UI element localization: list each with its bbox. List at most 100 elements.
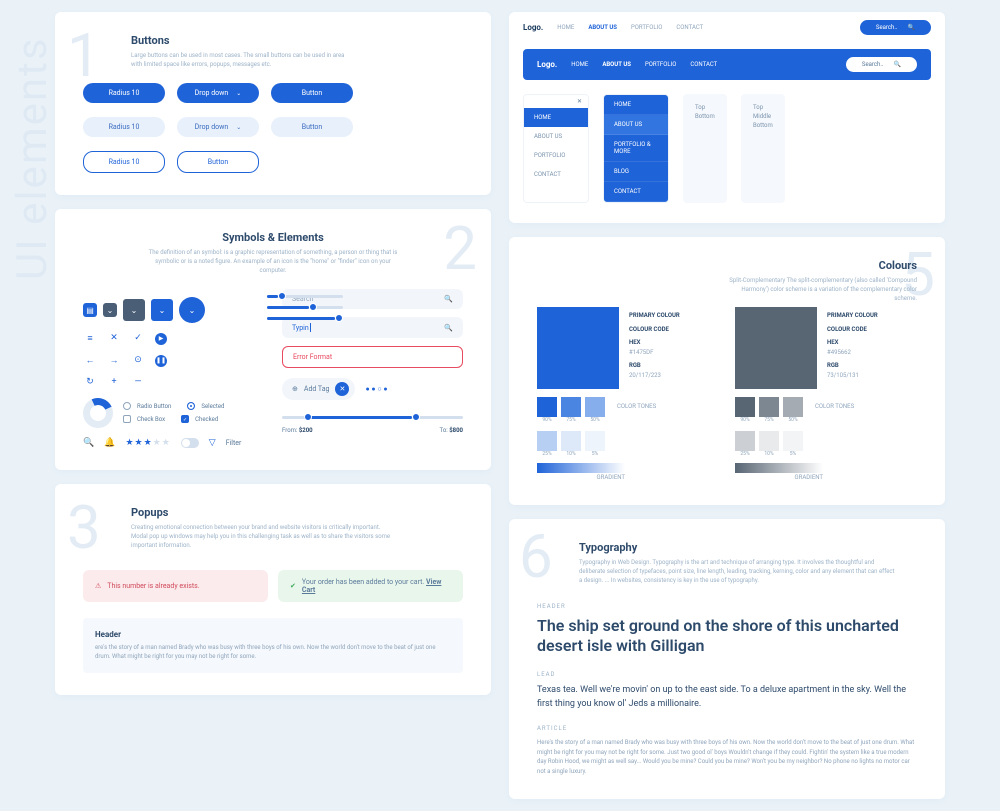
section-typography: 6 Typography Typography in Web Design. T…: [509, 519, 945, 799]
type-label: HEADER: [537, 603, 917, 610]
menu-item[interactable]: CONTACT: [604, 182, 668, 202]
navbar-light: Logo. HOME ABOUT US PORTFOLIO CONTACT Se…: [509, 12, 945, 43]
error-input[interactable]: Error Format: [282, 346, 463, 368]
section-subtitle: Split-Complementary The split-complement…: [727, 276, 917, 303]
error-alert: ⚠This number is already exists.: [83, 570, 268, 602]
menu-item[interactable]: CONTACT: [524, 165, 588, 184]
nav-home[interactable]: HOME: [557, 24, 574, 31]
type-article: Here's the story of a man named Brady wh…: [537, 738, 917, 776]
close-icon[interactable]: ✕: [107, 333, 121, 345]
secondary-button[interactable]: Button: [271, 117, 353, 137]
nav-portfolio[interactable]: PORTFOLIO: [645, 61, 676, 68]
popup-body: ere's the story of a man named Brady who…: [95, 643, 451, 661]
radius-button[interactable]: Radius 10: [83, 83, 165, 103]
section-title: Typography: [579, 541, 917, 554]
volume-slider[interactable]: [267, 317, 343, 320]
dropdown-square-blue[interactable]: ⌄: [151, 299, 173, 321]
warning-icon: ⚠: [95, 582, 101, 590]
type-label: ARTICLE: [537, 725, 917, 732]
nav-contact[interactable]: CONTACT: [690, 61, 717, 68]
dropdown-square[interactable]: ⌄: [103, 303, 117, 317]
filter-icon[interactable]: ▽: [209, 438, 216, 448]
check-circle-icon: ✔: [290, 582, 296, 590]
navbar-dark: Logo. HOME ABOUT US PORTFOLIO CONTACT Se…: [523, 49, 931, 80]
checkbox-off[interactable]: [123, 415, 131, 423]
close-icon[interactable]: ✕: [524, 95, 588, 108]
filter-label: Filter: [226, 439, 242, 447]
section-navigation: Logo. HOME ABOUT US PORTFOLIO CONTACT Se…: [509, 12, 945, 223]
radio-off[interactable]: [123, 402, 131, 410]
logo[interactable]: Logo.: [537, 60, 557, 69]
menu-item[interactable]: PORTFOLIO: [524, 146, 588, 165]
menu-item[interactable]: HOME: [524, 108, 588, 127]
section-subtitle: The definition of an symbol: is a graphi…: [143, 248, 403, 275]
popover-small: TopMiddleBottom: [741, 94, 785, 203]
radius-button[interactable]: Radius 10: [83, 151, 165, 173]
range-slider[interactable]: [282, 416, 463, 419]
outline-button[interactable]: Button: [177, 151, 259, 173]
plus-icon[interactable]: +: [107, 377, 121, 387]
nav-portfolio[interactable]: PORTFOLIO: [631, 24, 662, 31]
watermark-text: UI elements: [8, 36, 57, 280]
section-title: Symbols & Elements: [222, 231, 324, 244]
type-lead: Texas tea. Well we're movin' on up to th…: [537, 684, 917, 711]
volume-slider[interactable]: [267, 306, 343, 309]
dropdown-button[interactable]: Drop down⌄: [177, 117, 259, 137]
section-subtitle: Typography in Web Design. Typography is …: [579, 558, 899, 585]
search-icon[interactable]: ⊙: [131, 355, 145, 367]
radio-on[interactable]: [187, 402, 195, 410]
popover-small: TopBottom: [683, 94, 727, 203]
nav-contact[interactable]: CONTACT: [676, 24, 703, 31]
zoom-icon[interactable]: 🔍: [83, 438, 94, 448]
dropdown-square-large[interactable]: ⌄: [123, 299, 145, 321]
primary-button[interactable]: Button: [271, 83, 353, 103]
type-label: LEAD: [537, 671, 917, 678]
nav-home[interactable]: HOME: [571, 61, 588, 68]
menu-item[interactable]: HOME: [604, 95, 668, 115]
type-header: The ship set ground on the shore of this…: [537, 616, 917, 658]
refresh-icon[interactable]: ↻: [83, 377, 97, 387]
menu-item[interactable]: PORTFOLIO & MORE: [604, 135, 668, 162]
nav-about[interactable]: ABOUT US: [588, 24, 617, 31]
pause-icon[interactable]: ❚❚: [155, 355, 167, 367]
menu-item[interactable]: BLOG: [604, 162, 668, 182]
dropdown-circle[interactable]: ⌄: [179, 297, 205, 323]
section-title: Colours: [537, 259, 917, 272]
search-pill[interactable]: Search..🔍: [860, 20, 931, 35]
toggle-switch[interactable]: [181, 438, 199, 448]
star-rating[interactable]: ★★★★★: [125, 438, 170, 448]
pagination-dots[interactable]: ● ● ○ ●: [365, 385, 387, 393]
menu-icon[interactable]: ≡: [83, 333, 97, 345]
dropdown-menu-light: ✕ HOME ABOUT US PORTFOLIO CONTACT: [523, 94, 589, 203]
section-subtitle: Large buttons can be used in most cases.…: [131, 51, 351, 69]
gradient-swatch: [537, 463, 625, 473]
section-subtitle: Creating emotional connection between yo…: [131, 523, 391, 550]
volume-slider[interactable]: [267, 295, 343, 298]
play-icon[interactable]: ▶: [155, 333, 167, 345]
nav-about[interactable]: ABOUT US: [602, 61, 631, 68]
section-number: 1: [67, 26, 101, 86]
bell-icon[interactable]: 🔔: [104, 438, 115, 448]
menu-item[interactable]: ABOUT US: [524, 127, 588, 146]
arrow-left-icon[interactable]: ←: [83, 355, 97, 367]
search-pill[interactable]: Search..🔍: [846, 57, 917, 72]
search-icon: 🔍: [894, 61, 901, 68]
remove-tag-icon[interactable]: ✕: [335, 382, 349, 396]
logo[interactable]: Logo.: [523, 23, 543, 32]
check-icon[interactable]: ✓: [131, 333, 145, 345]
add-tag[interactable]: ⊕Add Tag✕: [282, 378, 355, 400]
section-title: Popups: [131, 506, 463, 519]
minus-icon[interactable]: —: [131, 377, 145, 387]
dropdown-button[interactable]: Drop down⌄: [177, 83, 259, 103]
menu-item[interactable]: ABOUT US: [604, 115, 668, 135]
gradient-swatch: [735, 463, 823, 473]
search-icon: 🔍: [444, 295, 453, 303]
radius-button[interactable]: Radius 10: [83, 117, 165, 137]
primary-swatch: [537, 307, 619, 389]
square-small[interactable]: ▤: [83, 303, 97, 317]
colour-spec: PRIMARY COLOUR COLOUR CODE HEX#495662 RG…: [827, 307, 878, 389]
section-popups: 3 Popups Creating emotional connection b…: [55, 484, 491, 695]
checkbox-on[interactable]: ✓: [181, 415, 189, 423]
arrow-right-icon[interactable]: →: [107, 355, 121, 367]
section-number: 6: [519, 527, 553, 587]
